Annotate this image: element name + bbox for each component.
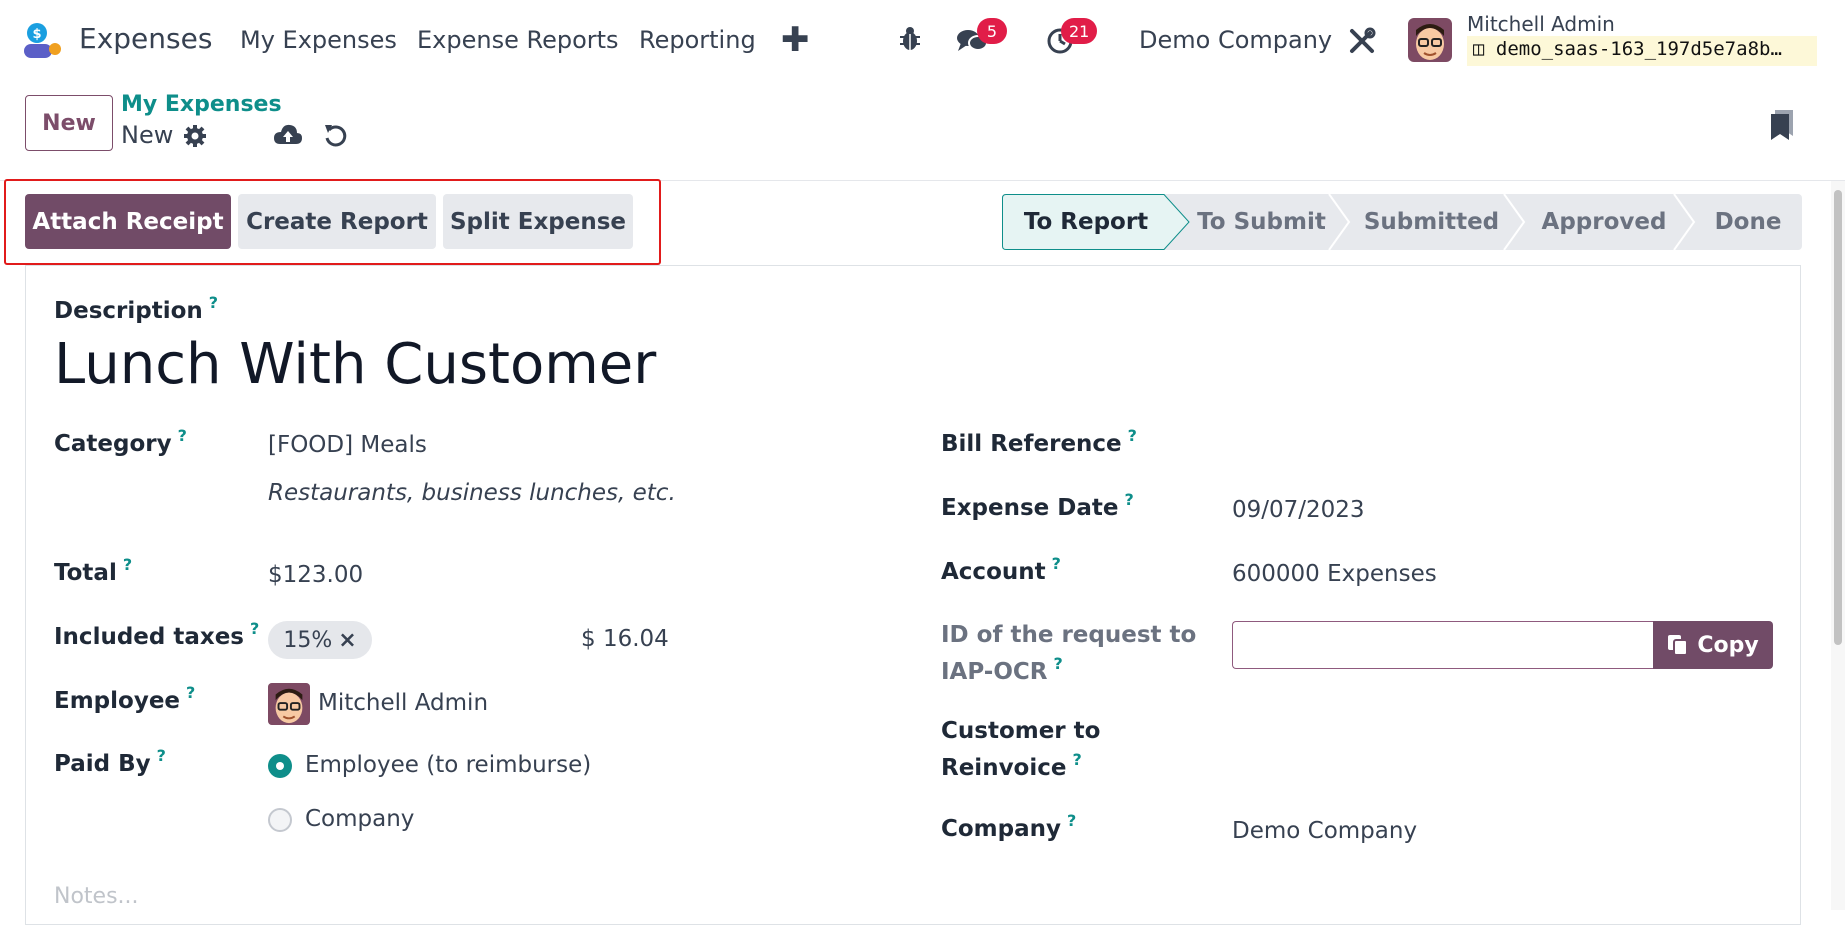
tax-amount: $ 16.04 [581,626,669,652]
split-expense-button[interactable]: Split Expense [443,194,633,249]
bill-reference-label: Bill Reference? [941,426,1137,457]
cloud-upload-icon[interactable] [273,122,303,148]
new-button[interactable]: New [25,95,113,151]
company-label: Company? [941,811,1077,842]
paid-by-label: Paid By? [54,746,166,777]
undo-icon[interactable] [323,122,349,148]
paid-by-employee-radio[interactable] [268,754,292,778]
bookmark-icon[interactable] [1769,110,1795,142]
ocr-request-input[interactable] [1232,621,1653,669]
svg-text:$: $ [32,27,41,42]
gear-icon[interactable] [183,124,207,148]
paid-by-company-label[interactable]: Company [305,806,414,832]
menu-reporting[interactable]: Reporting [639,26,756,54]
plus-icon[interactable]: ✚ [781,20,810,60]
category-field[interactable]: [FOOD] Meals [268,432,427,458]
tax-tag[interactable]: 15% × [268,621,372,659]
employee-label: Employee? [54,683,196,714]
paid-by-employee-label[interactable]: Employee (to reimburse) [305,752,591,778]
messages-badge: 5 [977,18,1007,44]
employee-field[interactable]: Mitchell Admin [318,690,488,716]
reinvoice-label: Customer to Reinvoice? [941,718,1101,781]
user-name[interactable]: Mitchell Admin [1467,12,1615,36]
breadcrumb-current: New [121,121,174,149]
tools-icon[interactable] [1348,27,1376,55]
app-name[interactable]: Expenses [79,22,212,55]
activities-badge: 21 [1061,18,1098,44]
account-label: Account? [941,554,1061,585]
employee-avatar [268,683,310,725]
copy-button[interactable]: Copy [1653,621,1773,669]
create-report-button[interactable]: Create Report [238,194,436,249]
status-bar: To Submit Submitted Approved Done To Rep… [1002,194,1802,250]
paid-by-company-radio[interactable] [268,808,292,832]
copy-icon [1668,635,1689,656]
expenses-app-icon[interactable]: $ [22,22,62,60]
ocr-request-label: ID of the request to IAP-OCR? [941,622,1197,685]
category-label: Category? [54,426,187,457]
company-field[interactable]: Demo Company [1232,818,1417,844]
menu-my-expenses[interactable]: My Expenses [240,26,397,54]
account-field[interactable]: 600000 Expenses [1232,561,1437,587]
taxes-label: Included taxes? [54,619,260,650]
database-icon: ◫ [1473,38,1485,60]
description-label: Description? [54,293,219,324]
attach-receipt-button[interactable]: Attach Receipt [25,194,231,249]
expense-date-field[interactable]: 09/07/2023 [1232,497,1365,523]
close-icon[interactable]: × [338,628,356,653]
bug-icon[interactable] [898,26,922,52]
database-name: ◫ demo_saas-163_197d5e7a8b… [1467,36,1817,66]
scrollbar-thumb[interactable] [1834,190,1842,645]
total-label: Total? [54,555,133,586]
company-switcher[interactable]: Demo Company [1139,26,1332,54]
notes-field[interactable]: Notes... [54,884,139,909]
breadcrumb-parent[interactable]: My Expenses [121,92,282,117]
expense-date-label: Expense Date? [941,490,1134,521]
avatar[interactable] [1408,18,1452,62]
menu-expense-reports[interactable]: Expense Reports [417,26,619,54]
category-hint: Restaurants, business lunches, etc. [268,480,676,506]
top-navbar: $ Expenses My Expenses Expense Reports R… [0,0,1845,80]
divider [0,180,1845,181]
stage-to-report[interactable]: To Report [1002,194,1170,250]
total-field[interactable]: $123.00 [268,562,363,588]
description-field[interactable]: Lunch With Customer [54,332,656,397]
